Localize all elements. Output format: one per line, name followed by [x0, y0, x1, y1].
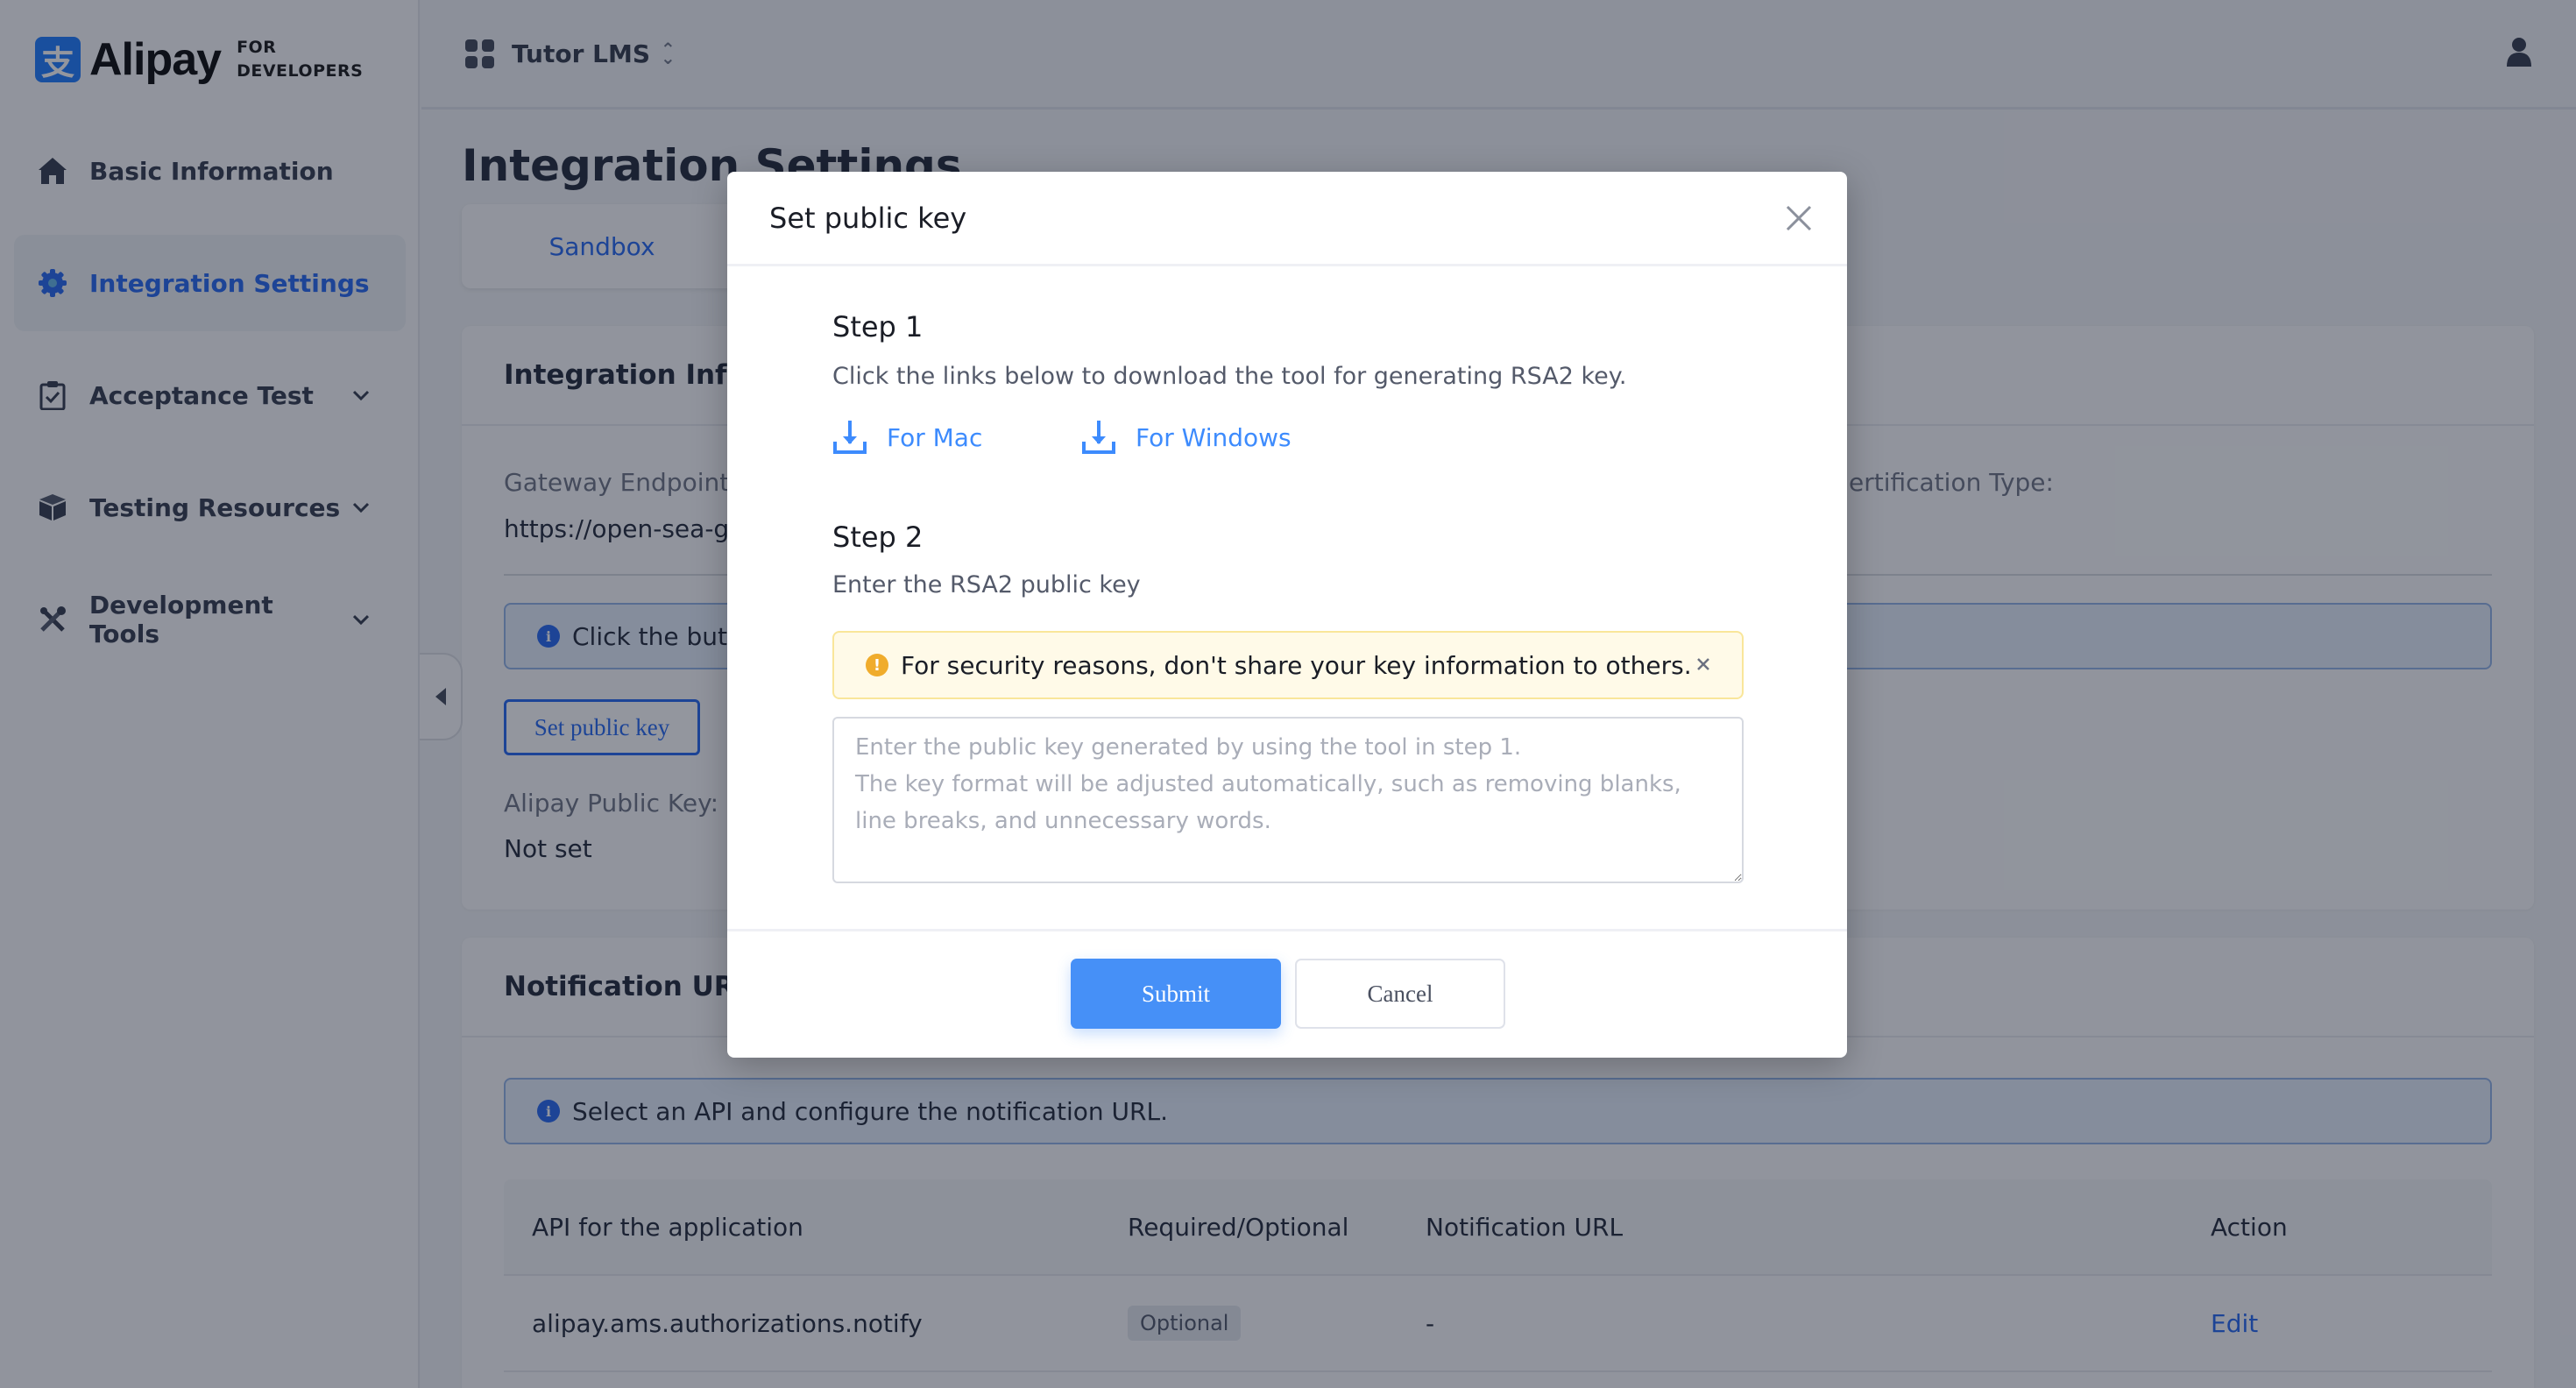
download-icon — [1082, 421, 1115, 454]
download-mac-label: For Mac — [887, 422, 983, 452]
download-windows-link[interactable]: For Windows — [1081, 419, 1292, 456]
step1-title: Step 1 — [832, 310, 924, 343]
step2-description: Enter the RSA2 public key — [832, 571, 1141, 598]
security-warning: ! For security reasons, don't share your… — [832, 631, 1744, 699]
download-windows-label: For Windows — [1136, 422, 1292, 452]
warning-icon: ! — [866, 654, 888, 676]
cancel-button[interactable]: Cancel — [1295, 959, 1505, 1029]
security-warning-text: For security reasons, don't share your k… — [901, 650, 1692, 680]
step2-title: Step 2 — [832, 520, 924, 554]
download-icon — [833, 421, 867, 454]
step1-description: Click the links below to download the to… — [832, 363, 1627, 390]
close-icon[interactable] — [1691, 652, 1716, 676]
dialog-title: Set public key — [727, 172, 1847, 266]
submit-button[interactable]: Submit — [1071, 959, 1281, 1029]
set-public-key-dialog: Set public key Step 1 Click the links be… — [727, 172, 1847, 1058]
dialog-footer: Submit Cancel — [727, 929, 1847, 1058]
public-key-input[interactable] — [832, 717, 1744, 883]
download-mac-link[interactable]: For Mac — [832, 419, 982, 456]
close-icon[interactable] — [1784, 203, 1814, 233]
